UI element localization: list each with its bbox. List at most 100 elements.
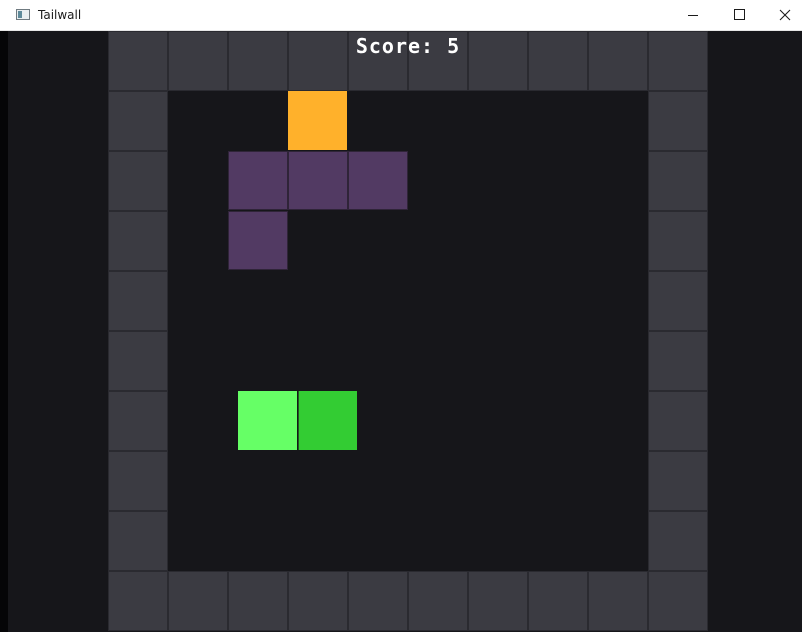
floor-tile <box>228 511 288 571</box>
floor-tile <box>588 151 648 211</box>
floor-tile <box>528 511 588 571</box>
floor-tile <box>468 211 528 271</box>
wall-tile <box>468 571 528 631</box>
floor-tile <box>348 91 408 151</box>
game-window: Tailwall Score: 5 <box>0 0 802 632</box>
floor-tile <box>348 391 408 451</box>
maximize-button[interactable] <box>716 0 762 30</box>
wall-tile <box>108 151 168 211</box>
floor-tile <box>528 151 588 211</box>
floor-tile <box>348 451 408 511</box>
obstacle-block <box>348 151 408 210</box>
window-title: Tailwall <box>38 8 82 22</box>
floor-tile <box>528 91 588 151</box>
wall-tile <box>648 91 708 151</box>
snake-body-segment <box>298 391 357 450</box>
floor-tile <box>408 211 468 271</box>
maximize-icon <box>734 9 745 20</box>
wall-tile <box>528 571 588 631</box>
floor-tile <box>588 91 648 151</box>
floor-tile <box>288 511 348 571</box>
wall-tile <box>108 271 168 331</box>
floor-tile <box>288 271 348 331</box>
floor-tile <box>408 271 468 331</box>
wall-tile <box>108 391 168 451</box>
floor-tile <box>408 331 468 391</box>
floor-tile <box>348 511 408 571</box>
minimize-icon <box>688 15 698 16</box>
floor-tile <box>408 151 468 211</box>
wall-tile <box>108 211 168 271</box>
floor-tile <box>168 91 228 151</box>
floor-tile <box>168 331 228 391</box>
wall-tile <box>648 451 708 511</box>
floor-tile <box>168 451 228 511</box>
floor-tile <box>468 391 528 451</box>
floor-tile <box>468 271 528 331</box>
floor-tile <box>348 271 408 331</box>
floor-tile <box>468 151 528 211</box>
floor-tile <box>228 331 288 391</box>
floor-tile <box>588 391 648 451</box>
floor-tile <box>348 211 408 271</box>
floor-tile <box>588 511 648 571</box>
wall-tile <box>648 271 708 331</box>
floor-tile <box>408 451 468 511</box>
wall-tile <box>288 571 348 631</box>
floor-tile <box>588 211 648 271</box>
close-icon <box>779 9 791 21</box>
floor-tile <box>468 91 528 151</box>
app-icon <box>16 9 30 20</box>
wall-tile <box>108 91 168 151</box>
wall-tile <box>588 571 648 631</box>
floor-tile <box>468 451 528 511</box>
floor-tile <box>528 271 588 331</box>
wall-tile <box>648 151 708 211</box>
wall-tile <box>108 331 168 391</box>
obstacle-block <box>228 211 288 270</box>
wall-tile <box>648 571 708 631</box>
floor-tile <box>228 271 288 331</box>
wall-tile <box>108 451 168 511</box>
floor-tile <box>168 271 228 331</box>
score-label: Score: 5 <box>355 34 461 58</box>
floor-tile <box>588 451 648 511</box>
floor-tile <box>228 91 288 151</box>
floor-tile <box>168 511 228 571</box>
floor-tile <box>408 511 468 571</box>
wall-tile <box>348 571 408 631</box>
wall-tile <box>228 571 288 631</box>
title-bar[interactable]: Tailwall <box>0 0 802 31</box>
floor-tile <box>528 451 588 511</box>
floor-tile <box>588 271 648 331</box>
floor-tile <box>288 211 348 271</box>
floor-tile <box>468 331 528 391</box>
minimize-button[interactable] <box>670 0 716 30</box>
floor-tile <box>168 211 228 271</box>
wall-tile <box>108 571 168 631</box>
floor-tile <box>348 331 408 391</box>
close-button[interactable] <box>762 0 802 30</box>
snake-head <box>238 391 297 450</box>
floor-tile <box>588 331 648 391</box>
floor-tile <box>168 391 228 451</box>
floor-tile <box>528 211 588 271</box>
floor-tile <box>408 91 468 151</box>
wall-tile <box>648 511 708 571</box>
wall-tile <box>648 331 708 391</box>
floor-tile <box>468 511 528 571</box>
floor-tile <box>168 151 228 211</box>
wall-tile <box>648 391 708 451</box>
floor-tile <box>228 451 288 511</box>
game-board <box>108 31 708 631</box>
floor-tile <box>528 391 588 451</box>
floor-tile <box>408 391 468 451</box>
wall-tile <box>648 211 708 271</box>
obstacle-block <box>288 151 348 210</box>
obstacle-block <box>228 151 288 210</box>
floor-tile <box>528 331 588 391</box>
wall-tile <box>108 511 168 571</box>
floor-tile <box>288 451 348 511</box>
wall-tile <box>408 571 468 631</box>
viewport-edge <box>0 31 8 632</box>
